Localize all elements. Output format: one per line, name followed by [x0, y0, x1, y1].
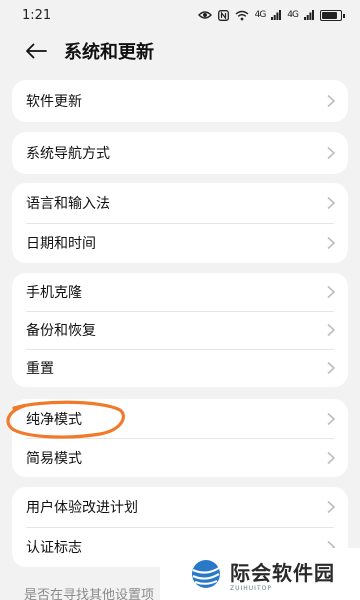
chevron-right-icon — [327, 196, 336, 210]
settings-item-user-experience[interactable]: 用户体验改进计划 — [12, 487, 348, 527]
footer-hint[interactable]: 是否在寻找其他设置项 — [24, 584, 154, 600]
back-arrow-icon — [26, 43, 47, 59]
watermark-subtitle: ZUIHUITOP — [230, 584, 272, 592]
settings-item-software-update[interactable]: 软件更新 — [12, 80, 348, 122]
settings-group-5: 纯净模式 简易模式 — [12, 399, 348, 477]
settings-item-label: 备份和恢复 — [26, 323, 96, 339]
chevron-right-icon — [327, 236, 336, 250]
settings-item-reset[interactable]: 重置 — [12, 349, 348, 387]
settings-item-language-input[interactable]: 语言和输入法 — [12, 183, 348, 223]
settings-item-label: 简易模式 — [26, 450, 82, 467]
settings-item-label: 用户体验改进计划 — [26, 500, 138, 516]
watermark-title: 际会软件园 — [230, 560, 335, 585]
chevron-right-icon — [327, 412, 336, 425]
settings-item-phone-clone[interactable]: 手机克隆 — [12, 273, 348, 311]
chevron-right-icon — [327, 146, 336, 160]
settings-group-1: 软件更新 — [12, 80, 348, 122]
settings-item-label: 软件更新 — [26, 94, 82, 110]
chevron-right-icon — [327, 361, 336, 375]
settings-item-label: 认证标志 — [26, 540, 82, 556]
status-bar: 1:21 4G 4G — [0, 0, 360, 30]
signal-2-label: 4G — [287, 10, 299, 20]
settings-item-label: 手机克隆 — [26, 285, 82, 301]
settings-item-navigation[interactable]: 系统导航方式 — [12, 132, 348, 174]
eye-icon — [197, 11, 212, 19]
settings-item-simple-mode[interactable]: 简易模式 — [12, 438, 348, 477]
wifi-icon — [235, 10, 249, 20]
watermark: 际会软件园 ZUIHUITOP — [160, 548, 360, 600]
signal-1-label: 4G — [254, 10, 267, 20]
battery-icon — [320, 9, 345, 21]
settings-item-pure-mode[interactable]: 纯净模式 — [12, 399, 348, 438]
battery-level — [322, 11, 338, 19]
watermark-text: 际会软件园 ZUIHUITOP — [230, 557, 335, 592]
settings-item-label: 重置 — [26, 361, 54, 377]
chevron-right-icon — [327, 94, 336, 108]
chevron-right-icon — [327, 285, 336, 299]
settings-item-label: 语言和输入法 — [26, 196, 110, 212]
settings-item-label: 系统导航方式 — [26, 146, 110, 162]
settings-group-3: 语言和输入法 日期和时间 — [12, 183, 348, 263]
settings-item-date-time[interactable]: 日期和时间 — [12, 223, 348, 263]
status-icons: 4G 4G — [197, 9, 345, 21]
back-button[interactable] — [24, 39, 48, 63]
chevron-right-icon — [327, 323, 336, 337]
settings-group-2: 系统导航方式 — [12, 132, 348, 174]
chevron-right-icon — [327, 500, 336, 514]
cell-signal-1-icon — [271, 10, 282, 20]
page-header: 系统和更新 — [0, 34, 360, 68]
cell-signal-2-icon — [304, 10, 314, 20]
settings-group-4: 手机克隆 备份和恢复 重置 — [12, 273, 348, 387]
globe-logo-icon — [192, 560, 220, 588]
status-time: 1:21 — [22, 7, 52, 23]
page-title: 系统和更新 — [64, 42, 154, 63]
settings-item-label: 纯净模式 — [26, 411, 82, 428]
settings-item-backup-restore[interactable]: 备份和恢复 — [12, 311, 348, 349]
nfc-icon — [217, 9, 229, 21]
chevron-right-icon — [327, 451, 336, 464]
settings-item-label: 日期和时间 — [26, 236, 96, 252]
